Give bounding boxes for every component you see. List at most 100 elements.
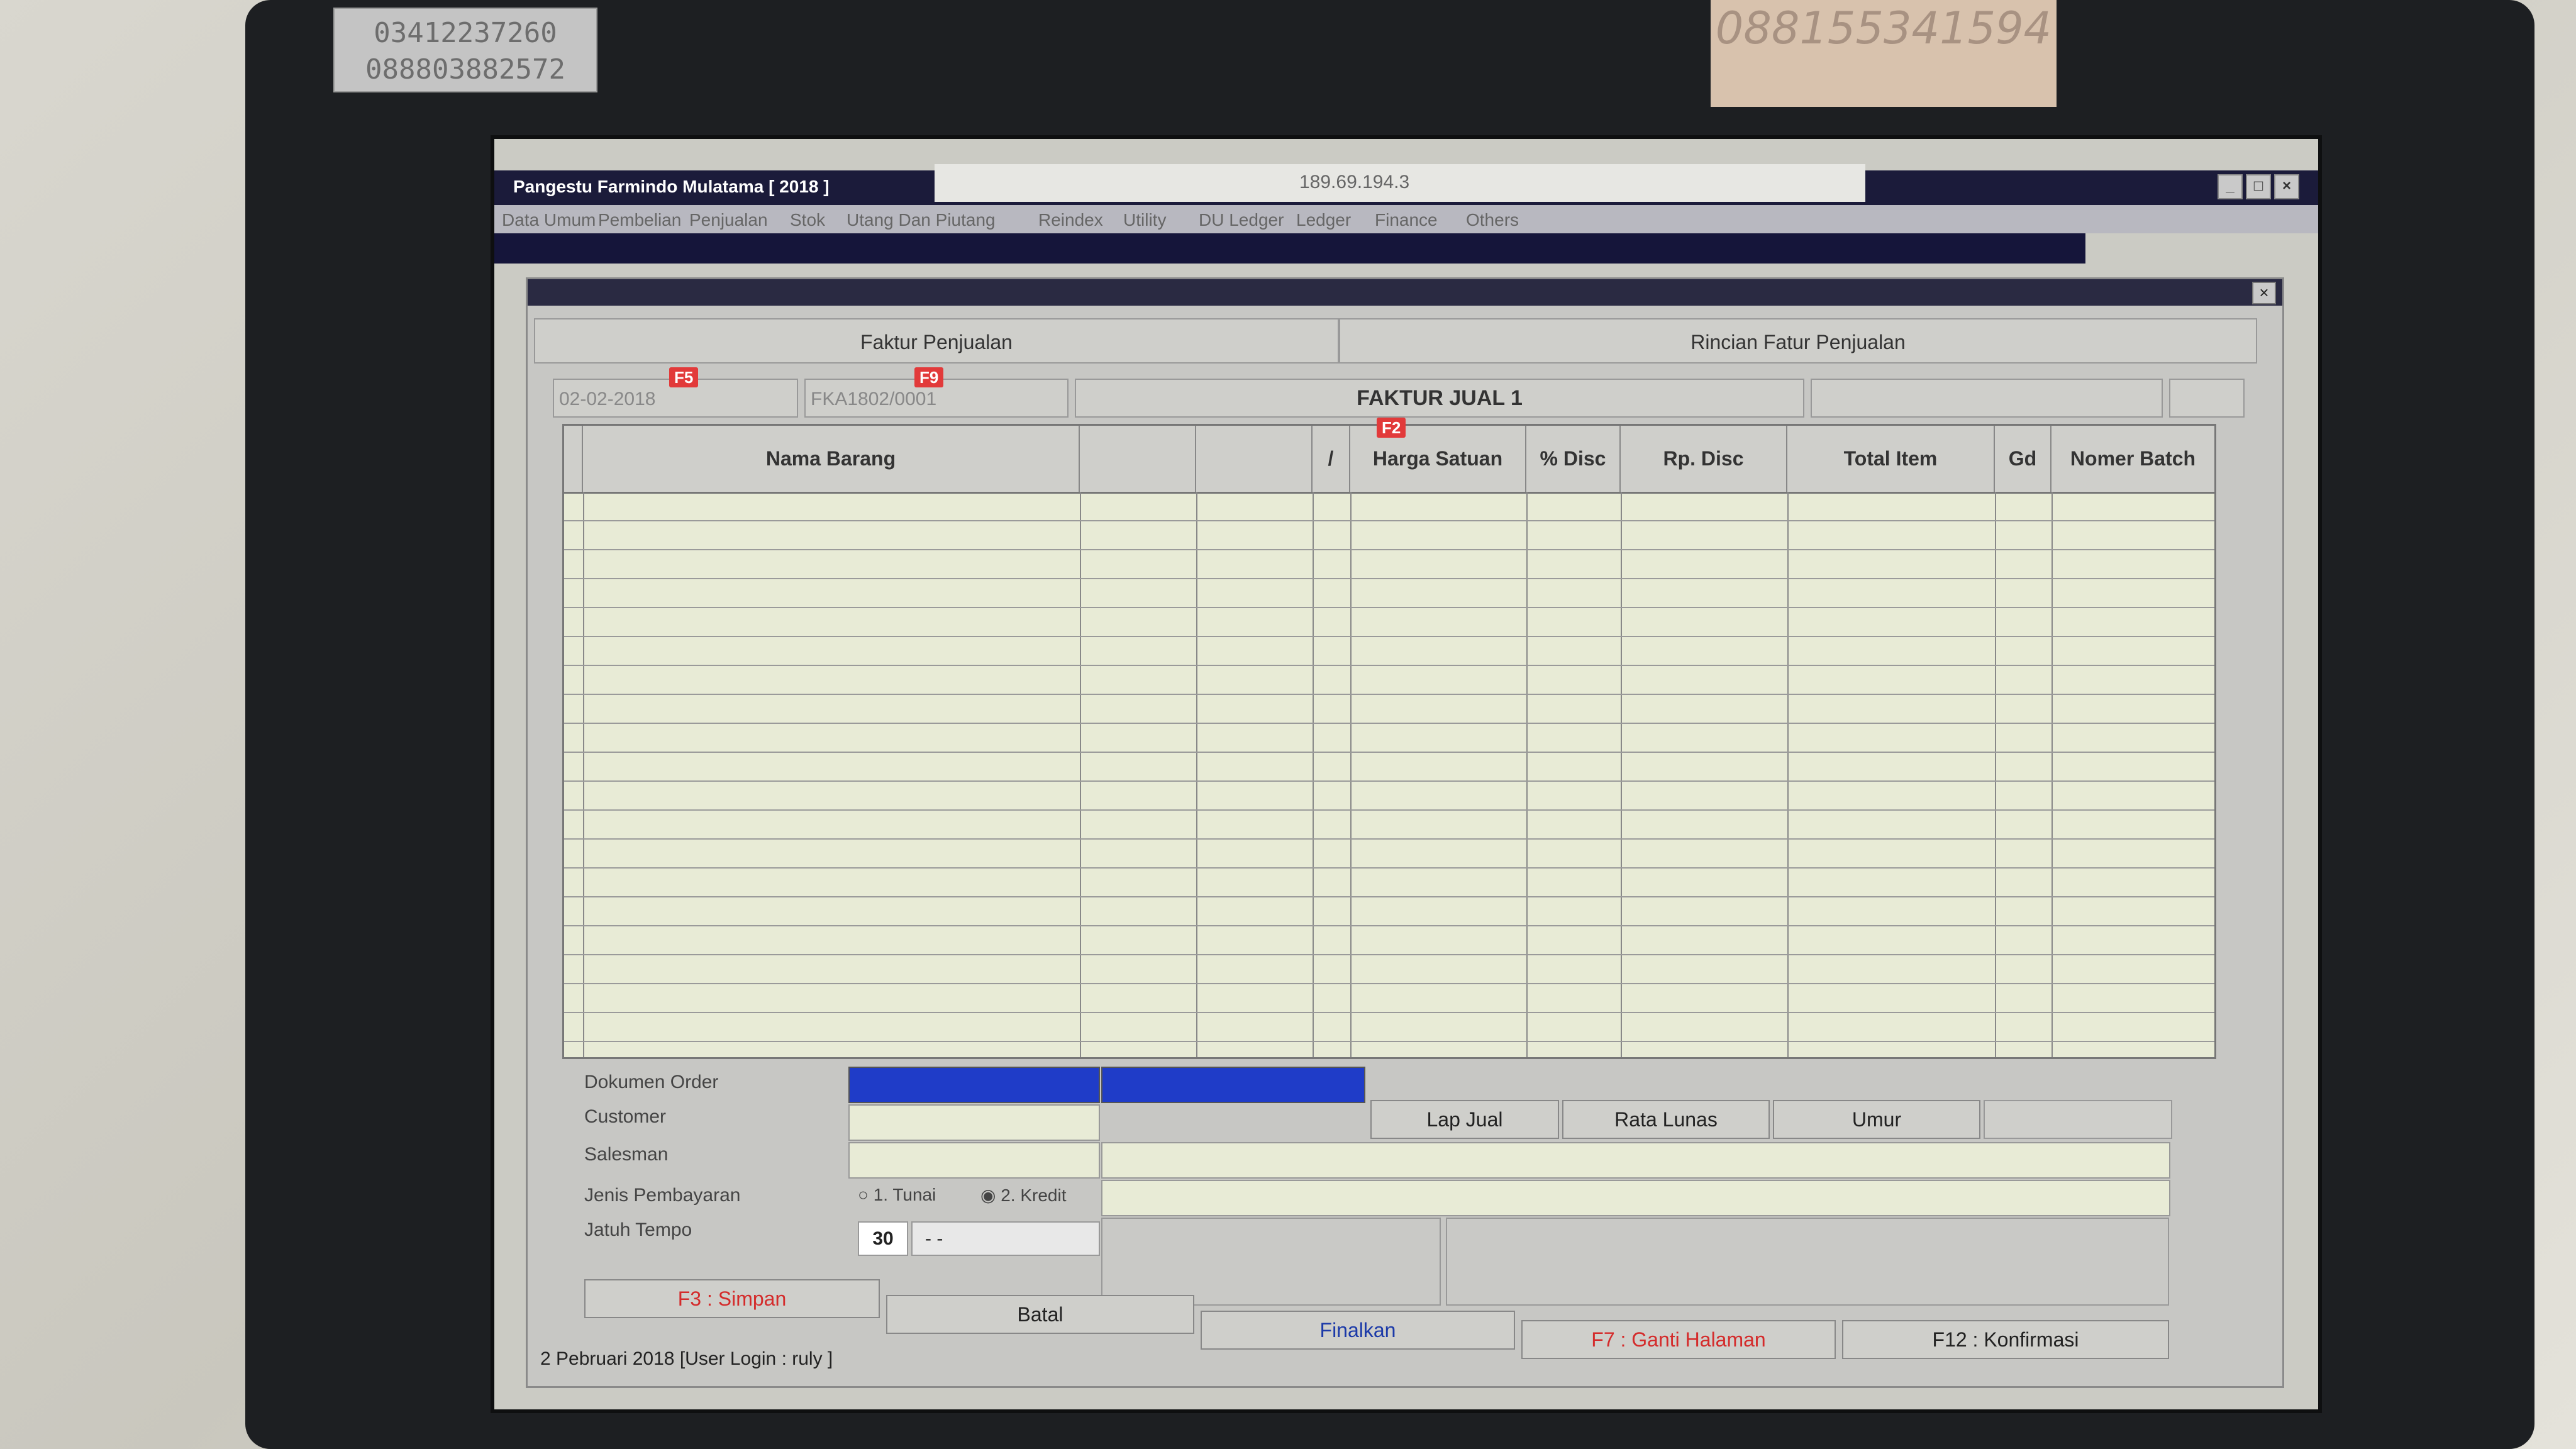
menu-data-umum[interactable]: Data Umum [502,210,596,230]
grid-row-line [564,867,2214,869]
ganti-halaman-button[interactable]: F7 : Ganti Halaman [1521,1320,1836,1359]
grid-row-line [564,723,2214,724]
lap-jual-button[interactable]: Lap Jual [1370,1100,1559,1139]
phone-number-1: 03412237260 [374,17,557,49]
invoice-number-value: FKA1802/0001 [811,389,937,409]
info-panel-right [1446,1218,2169,1306]
form-titlebar: × [528,279,2282,306]
col-persen-disc[interactable]: % Disc [1526,426,1621,492]
dokumen-order-input[interactable] [848,1067,1100,1103]
menu-penjualan[interactable]: Penjualan [689,210,768,230]
form-close-icon[interactable]: × [2252,282,2276,304]
grid-column-line [1621,492,1622,1057]
menu-utang-piutang[interactable]: Utang Dan Piutang [847,210,996,230]
grid-row-line [564,694,2214,695]
dokumen-order-label: Dokumen Order [584,1072,719,1092]
date-value: 02-02-2018 [559,389,656,409]
tab-faktur-penjualan[interactable]: Faktur Penjualan [534,318,1339,364]
col-rp-disc[interactable]: Rp. Disc [1621,426,1787,492]
radio-tunai[interactable]: ○ 1. Tunai [858,1185,936,1205]
rata-lunas-button[interactable]: Rata Lunas [1562,1100,1770,1139]
menu-finance[interactable]: Finance [1375,210,1438,230]
dokumen-order-desc[interactable] [1101,1067,1365,1103]
tab-rincian-faktur[interactable]: Rincian Fatur Penjualan [1339,318,2257,364]
customer-label: Customer [584,1106,667,1127]
grid-row-line [564,607,2214,608]
grid-row-line [564,780,2214,782]
status-bar: 2 Pebruari 2018 [User Login : ruly ] [540,1348,833,1369]
umur-button[interactable]: Umur [1773,1100,1980,1139]
app-screen: Pangestu Farmindo Mulatama [ 2018 ] 189.… [491,135,2322,1413]
grid-row-line [564,549,2214,550]
col-gd[interactable]: Gd [1995,426,2051,492]
grid-header-marker [564,426,583,492]
grid-row-line [564,983,2214,984]
maximize-icon[interactable]: □ [2246,174,2271,199]
grid-column-line [2051,492,2053,1057]
col-nama-barang[interactable]: Nama Barang [583,426,1080,492]
menu-reindex[interactable]: Reindex [1038,210,1103,230]
grid-row-line [564,954,2214,955]
close-icon[interactable]: × [2274,174,2299,199]
grid-row-line [564,838,2214,840]
header-extra-field-2 [2169,379,2245,418]
tempo-days-input[interactable]: 30 [858,1221,908,1256]
header-extra-field [1811,379,2163,418]
salesman-input[interactable] [848,1142,1100,1179]
grid-column-line [583,492,584,1057]
batal-button[interactable]: Batal [886,1295,1194,1334]
salesman-label: Salesman [584,1144,669,1165]
minimize-icon[interactable]: _ [2218,174,2243,199]
tempo-date-input[interactable]: - - [911,1221,1100,1256]
menu-du-ledger[interactable]: DU Ledger [1199,210,1284,230]
col-total-item[interactable]: Total Item [1787,426,1995,492]
faktur-form: × Faktur Penjualan Rincian Fatur Penjual… [526,277,2284,1388]
blank-panel-button [1984,1100,2172,1139]
radio-tunai-label: 1. Tunai [873,1185,936,1204]
grid-column-line [1196,492,1197,1057]
grid-column-line [1995,492,1996,1057]
window-title: Pangestu Farmindo Mulatama [ 2018 ] [513,177,830,196]
toolbar-band [494,233,2085,264]
col-blank-1[interactable] [1080,426,1196,492]
finalkan-button[interactable]: Finalkan [1201,1311,1515,1350]
col-blank-2[interactable] [1196,426,1313,492]
menu-ledger[interactable]: Ledger [1296,210,1351,230]
simpan-button[interactable]: F3 : Simpan [584,1279,880,1318]
salesman-name-field [1101,1180,2170,1216]
window-titlebar: Pangestu Farmindo Mulatama [ 2018 ] 189.… [494,164,2318,205]
radio-kredit[interactable]: ◉ 2. Kredit [980,1185,1067,1206]
grid-shortcut-badge: F2 [1377,418,1406,438]
jatuh-tempo-label: Jatuh Tempo [584,1219,692,1240]
item-grid[interactable]: Nama Barang / Harga Satuan % Disc Rp. Di… [562,424,2216,1059]
phone-number-2: 088803882572 [365,53,565,86]
invoice-shortcut-badge: F9 [914,367,944,387]
jenis-pembayaran-label: Jenis Pembayaran [584,1185,741,1206]
grid-row-line [564,809,2214,811]
grid-row-line [564,1041,2214,1042]
grid-column-line [1080,492,1081,1057]
col-nomer-batch[interactable]: Nomer Batch [2051,426,2214,492]
remote-address: 189.69.194.3 [1299,172,1410,192]
phone-number-3: 088155341594 [1715,3,2052,54]
phone-sticker-left: 03412237260 088803882572 [333,8,597,92]
menu-bar: Data Umum Pembelian Penjualan Stok Utang… [494,205,2318,233]
grid-column-line [1787,492,1789,1057]
menu-utility[interactable]: Utility [1123,210,1166,230]
grid-row-line [564,896,2214,897]
grid-row-line [564,578,2214,579]
grid-row-line [564,752,2214,753]
konfirmasi-button[interactable]: F12 : Konfirmasi [1842,1320,2169,1359]
remote-address-bar: 189.69.194.3 [935,164,1865,202]
grid-column-line [1350,492,1352,1057]
menu-pembelian[interactable]: Pembelian [598,210,681,230]
phone-sticker-right: 088155341594 [1711,0,2057,107]
menu-others[interactable]: Others [1466,210,1519,230]
info-panel-left [1101,1218,1441,1306]
col-slash[interactable]: / [1313,426,1350,492]
grid-row-line [564,925,2214,926]
menu-stok[interactable]: Stok [790,210,825,230]
customer-input[interactable] [848,1104,1100,1141]
radio-kredit-label: 2. Kredit [1001,1185,1067,1205]
form-heading: FAKTUR JUAL 1 [1075,379,1804,418]
